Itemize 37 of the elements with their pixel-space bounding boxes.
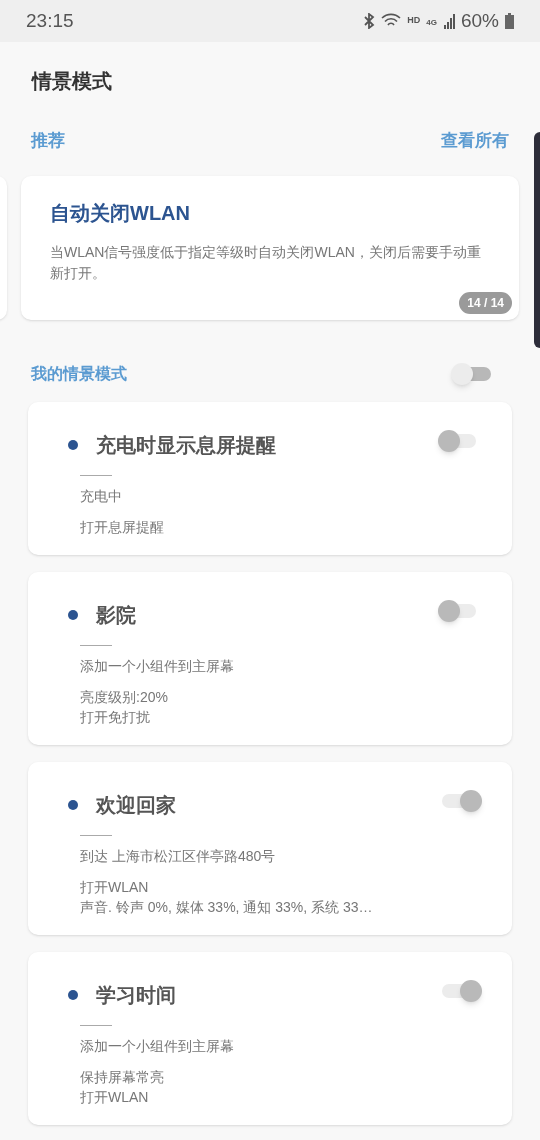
- mode-title: 欢迎回家: [96, 792, 176, 818]
- mode-title: 影院: [96, 602, 136, 628]
- mode-card[interactable]: 欢迎回家 到达 上海市松江区伴亭路480号 打开WLAN 声音. 铃声 0%, 媒体 33%, 通知 33%, 系统 33…: [28, 762, 512, 935]
- mode-action: 声音. 铃声 0%, 媒体 33%, 通知 33%, 系统 33…: [80, 898, 374, 917]
- section-header: 我的情景模式: [31, 364, 127, 384]
- signal-icon: [442, 13, 455, 29]
- bullet-icon: [68, 799, 78, 810]
- mode-title: 学习时间: [96, 982, 176, 1008]
- section-header: 推荐: [31, 130, 65, 153]
- mode-action: 保持屏幕常亮: [80, 1068, 165, 1087]
- mode-title: 充电时显示息屏提醒: [96, 432, 276, 458]
- recommendation-card[interactable]: 自动关闭WLAN 当WLAN信号强度低于指定等级时自动关闭WLAN，关闭后需要手动重新打开。 14 / 14: [21, 176, 519, 320]
- mode-card[interactable]: 充电时显示息屏提醒 充电中 打开息屏提醒: [28, 402, 512, 555]
- mode-condition: 充电中: [80, 487, 123, 506]
- network-label: HD: [407, 14, 421, 28]
- mode-action: 亮度级别:20%: [80, 688, 169, 707]
- battery-icon: [505, 13, 514, 29]
- mode-card[interactable]: 学习时间 添加一个小组件到主屏幕 保持屏幕常亮 打开WLAN: [28, 952, 512, 1125]
- mode-action: 打开WLAN: [80, 1088, 150, 1107]
- card-title: 自动关闭WLAN: [50, 201, 191, 226]
- mode-card[interactable]: 影院 添加一个小组件到主屏幕 亮度级别:20% 打开免打扰: [28, 572, 512, 745]
- card-description: 当WLAN信号强度低于指定等级时自动关闭WLAN，关闭后需要手动重新打开。: [50, 243, 482, 283]
- battery-level: 60%: [460, 8, 499, 33]
- bluetooth-icon: [363, 13, 376, 29]
- mode-condition: 到达 上海市松江区伴亭路480号: [80, 847, 277, 866]
- clock: 23:15: [26, 8, 74, 33]
- mode-action: 打开免打扰: [80, 708, 151, 727]
- bullet-icon: [68, 989, 78, 1000]
- mode-condition: 添加一个小组件到主屏幕: [80, 1037, 235, 1056]
- page-counter: 14 / 14: [459, 292, 512, 314]
- bullet-icon: [68, 439, 78, 450]
- mode-condition: 添加一个小组件到主屏幕: [80, 657, 235, 676]
- mode-action: 打开WLAN: [80, 878, 150, 897]
- page-title: 情景模式: [30, 69, 113, 94]
- network-label: 4G: [426, 16, 437, 29]
- mode-action: 打开息屏提醒: [80, 518, 165, 537]
- bullet-icon: [68, 609, 78, 620]
